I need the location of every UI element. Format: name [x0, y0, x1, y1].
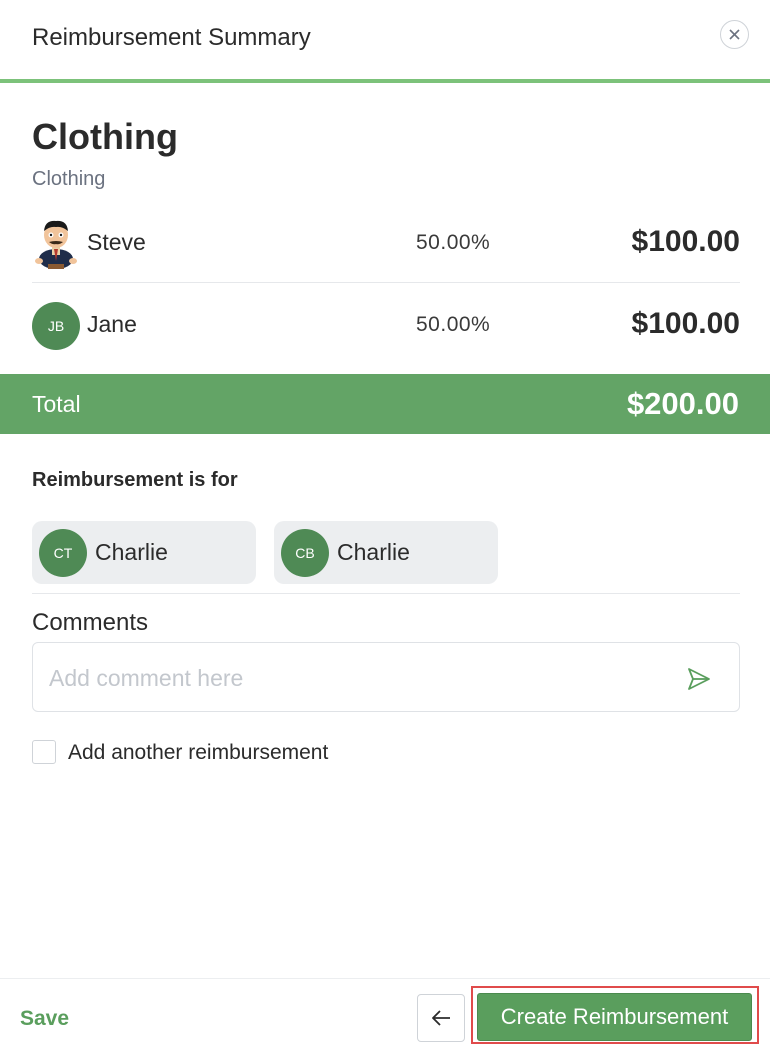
send-icon — [688, 668, 710, 690]
total-label: Total — [32, 391, 81, 417]
back-button[interactable] — [417, 994, 465, 1042]
comment-box — [32, 642, 740, 712]
avatar: CT — [39, 529, 87, 577]
close-icon — [729, 29, 740, 40]
arrow-left-icon — [432, 1010, 450, 1026]
category-title: Clothing — [32, 116, 178, 157]
send-comment-button[interactable] — [685, 665, 713, 693]
comments-label: Comments — [32, 609, 149, 636]
create-reimbursement-button[interactable]: Create Reimbursement — [477, 993, 752, 1041]
footer-divider — [0, 978, 770, 979]
add-another-label[interactable]: Add another reimbursement — [68, 741, 328, 765]
person-name: Jane — [87, 311, 137, 337]
split-percent: 50.00% — [416, 231, 491, 254]
modal-header: Reimbursement Summary — [0, 0, 770, 80]
add-another-checkbox[interactable] — [32, 740, 56, 764]
cartoon-avatar-icon — [35, 220, 77, 269]
person-chip[interactable]: CT Charlie — [32, 521, 256, 584]
section-divider — [32, 593, 740, 594]
header-accent-bar — [0, 79, 770, 83]
person-name: Steve — [87, 229, 146, 255]
avatar: CB — [281, 529, 329, 577]
split-amount: $100.00 — [631, 225, 740, 258]
reimbursement-for-label: Reimbursement is for — [32, 469, 238, 491]
save-button[interactable]: Save — [20, 1007, 69, 1031]
person-chip-name: Charlie — [95, 539, 168, 565]
avatar: JB — [32, 302, 80, 350]
comment-input[interactable] — [49, 661, 659, 695]
modal-title: Reimbursement Summary — [32, 24, 311, 51]
split-amount: $100.00 — [631, 307, 740, 340]
close-button[interactable] — [720, 20, 749, 49]
split-row: JB Jane 50.00% $100.00 — [32, 285, 740, 365]
total-amount: $200.00 — [626, 386, 739, 421]
person-chip-name: Charlie — [337, 539, 410, 565]
person-chip[interactable]: CB Charlie — [274, 521, 498, 584]
split-row: Steve 50.00% $100.00 — [32, 203, 740, 283]
category-subtitle: Clothing — [32, 168, 106, 190]
total-bar: Total $200.00 — [0, 374, 770, 434]
split-percent: 50.00% — [416, 313, 491, 336]
